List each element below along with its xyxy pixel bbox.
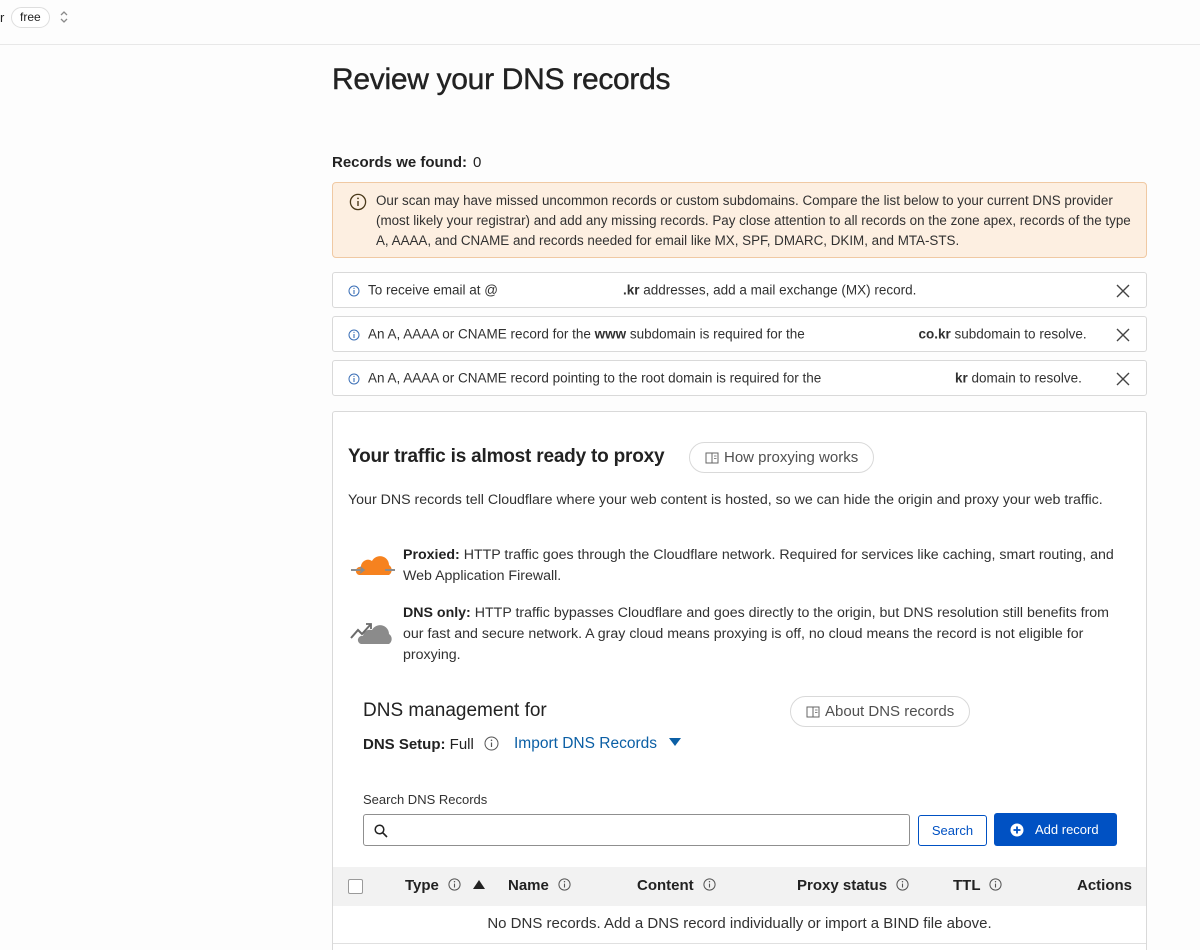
- add-record-label: Add record: [1035, 822, 1099, 837]
- import-dns-records-link[interactable]: Import DNS Records: [514, 735, 682, 753]
- search-button[interactable]: Search: [918, 815, 987, 846]
- dns-setup-value: Full: [449, 736, 474, 753]
- column-proxy-status-label: Proxy status: [797, 877, 888, 894]
- dns-only-label: DNS only:: [403, 605, 471, 621]
- gray-cloud-icon: [350, 623, 392, 644]
- dns-setup: DNS Setup: Full: [363, 736, 499, 753]
- proxied-label: Proxied:: [403, 547, 460, 563]
- notice-text-part: subdomain to resolve.: [950, 326, 1087, 342]
- column-ttl-label: TTL: [953, 877, 981, 894]
- dns-only-text: HTTP traffic bypasses Cloudflare and goe…: [403, 605, 1110, 663]
- about-dns-records-button[interactable]: About DNS records: [790, 696, 971, 727]
- notice-text-part: domain to resolve.: [967, 370, 1082, 386]
- dns-setup-label: DNS Setup:: [363, 736, 446, 753]
- proxy-panel: Your traffic is almost ready to proxy Ho…: [332, 411, 1147, 950]
- www-record-notice: An A, AAAA or CNAME record for the www s…: [332, 316, 1147, 352]
- how-proxying-works-button[interactable]: How proxying works: [689, 442, 875, 473]
- notice-text-part: An A, AAAA or CNAME record for the: [368, 326, 595, 342]
- dns-management-title: DNS management for: [363, 698, 778, 724]
- page-title: Review your DNS records: [332, 63, 671, 96]
- notice-text: To receive email at @ .kr addresses, add …: [368, 282, 916, 300]
- book-icon: [705, 452, 719, 464]
- scan-warning-banner: Our scan may have missed uncommon record…: [332, 182, 1147, 258]
- select-all-checkbox[interactable]: [348, 879, 363, 894]
- dns-only-description: DNS only: HTTP traffic bypasses Cloudfla…: [403, 603, 1128, 666]
- notice-text-part: To receive email at @: [368, 282, 499, 298]
- scan-warning-text: Our scan may have missed uncommon record…: [376, 193, 1131, 248]
- info-circle-icon[interactable]: [989, 878, 1002, 891]
- column-name-label: Name: [508, 877, 549, 894]
- chevron-updown-icon[interactable]: [58, 8, 70, 26]
- notice-text-part: subdomain is required for the: [626, 326, 809, 342]
- sort-ascending-icon[interactable]: [473, 880, 486, 889]
- info-icon: [348, 373, 360, 385]
- close-icon[interactable]: [1116, 372, 1130, 386]
- notice-text: An A, AAAA or CNAME record pointing to t…: [368, 370, 1082, 388]
- notice-text: An A, AAAA or CNAME record for the www s…: [368, 326, 1087, 344]
- dns-management-label: DNS management for: [363, 700, 547, 722]
- redacted-domain: [498, 282, 624, 300]
- column-proxy-status: Proxy status: [797, 877, 909, 894]
- column-type-label: Type: [405, 877, 439, 894]
- column-ttl: TTL: [953, 877, 1002, 894]
- breadcrumb-fragment: r: [0, 10, 5, 25]
- info-icon: [348, 285, 360, 297]
- info-icon: [348, 329, 360, 341]
- close-icon[interactable]: [1116, 328, 1130, 342]
- mx-record-notice: To receive email at @ .kr addresses, add …: [332, 272, 1147, 308]
- column-name: Name: [508, 877, 571, 894]
- root-record-notice: An A, AAAA or CNAME record pointing to t…: [332, 360, 1147, 396]
- info-circle-icon[interactable]: [448, 878, 461, 891]
- proxy-description: Your DNS records tell Cloudflare where y…: [348, 492, 1103, 508]
- search-field[interactable]: [363, 814, 910, 846]
- orange-cloud-icon: [351, 556, 395, 575]
- records-found-count: 0: [473, 154, 482, 171]
- proxy-title: Your traffic is almost ready to proxy: [348, 446, 665, 467]
- column-type[interactable]: Type: [405, 877, 486, 894]
- notice-domain-suffix: .kr: [623, 282, 640, 298]
- info-circle-icon[interactable]: [896, 878, 909, 891]
- notice-text-part: An A, AAAA or CNAME record pointing to t…: [368, 370, 825, 386]
- redacted-domain: [552, 698, 778, 724]
- proxied-description: Proxied: HTTP traffic goes through the C…: [403, 545, 1128, 587]
- notice-subdomain: www: [594, 326, 627, 342]
- table-header: Type Name Content Proxy status TTL Actio…: [333, 867, 1146, 906]
- import-dns-records-label: Import DNS Records: [514, 735, 657, 752]
- empty-table-message: No DNS records. Add a DNS record individ…: [333, 906, 1146, 944]
- search-input[interactable]: [396, 815, 901, 845]
- records-found: Records we found: 0: [332, 154, 481, 171]
- add-record-button[interactable]: Add record: [994, 813, 1117, 846]
- close-icon[interactable]: [1116, 284, 1130, 298]
- records-found-label: Records we found:: [332, 154, 468, 171]
- column-actions-label: Actions: [1077, 877, 1133, 894]
- column-content-label: Content: [637, 877, 694, 894]
- notice-domain-suffix: co.kr: [918, 326, 951, 342]
- column-actions: Actions: [1077, 877, 1132, 894]
- redacted-domain: [808, 326, 919, 344]
- info-circle-icon[interactable]: [703, 878, 716, 891]
- info-circle-icon[interactable]: [558, 878, 571, 891]
- plus-circle-icon: [1010, 823, 1024, 837]
- caret-down-icon: [669, 738, 682, 746]
- plan-badge[interactable]: free: [11, 7, 50, 28]
- how-proxying-works-label: How proxying works: [724, 449, 859, 466]
- top-bar: r free: [0, 0, 1200, 45]
- proxied-text: HTTP traffic goes through the Cloudflare…: [403, 547, 1114, 584]
- search-icon: [374, 824, 388, 838]
- about-dns-records-label: About DNS records: [825, 703, 955, 720]
- info-circle-icon[interactable]: [484, 736, 499, 751]
- book-icon: [806, 706, 820, 718]
- info-circle-icon: [349, 193, 367, 211]
- column-content: Content: [637, 877, 716, 894]
- notice-domain-suffix: kr: [955, 370, 968, 386]
- search-label: Search DNS Records: [363, 792, 488, 807]
- notice-text-part: addresses, add a mail exchange (MX) reco…: [639, 282, 917, 298]
- redacted-domain: [825, 370, 955, 388]
